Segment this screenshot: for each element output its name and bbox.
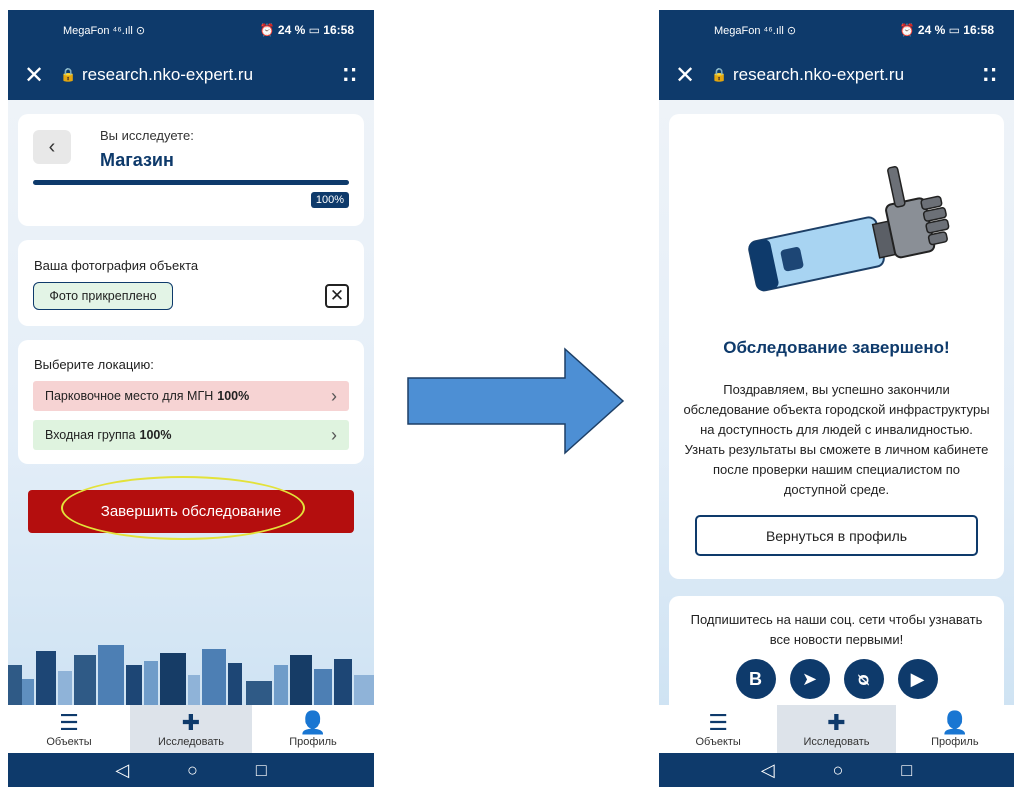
location-percent: 100% [139, 428, 172, 442]
remove-photo-button[interactable]: ✕ [325, 284, 349, 308]
bottom-nav: ☰ Объекты ✚ Исследовать 👤 Профиль [8, 705, 374, 753]
user-icon: 👤 [941, 710, 969, 735]
plus-icon: ✚ [181, 710, 201, 735]
completion-message: Поздравляем, вы успешно закончили обслед… [683, 382, 990, 497]
nav-explore[interactable]: ✚ Исследовать [130, 705, 252, 753]
progress-badge: 100% [310, 192, 349, 208]
nav-label: Профиль [289, 736, 337, 748]
bottom-nav: ☰ Объекты ✚ Исследовать 👤 Профиль [659, 705, 1014, 753]
location-name: Парковочное место для МГН [45, 389, 214, 403]
location-row-entrance[interactable]: Входная группа 100% › [33, 420, 349, 450]
status-right: ⏰ 24 % ▭ 16:58 [899, 23, 994, 37]
back-button[interactable]: ‹ [33, 130, 71, 164]
battery-label: 24 % [917, 23, 946, 37]
home-circle-icon[interactable]: ○ [833, 760, 844, 781]
you-explore-label: Вы исследуете: [100, 128, 194, 143]
main-content: Обследование завершено! Поздравляем, вы … [659, 100, 1014, 705]
robotic-arm-illustration [748, 166, 950, 292]
status-right: ⏰ 24 % ▭ 16:58 [259, 23, 354, 37]
status-bar: MegaFon ⁴⁶.ıll ⊙ ⏰ 24 % ▭ 16:58 [659, 10, 1014, 50]
nav-label: Исследовать [803, 736, 870, 748]
telegram-icon[interactable]: ➤ [789, 659, 830, 699]
browser-url-bar: ✕ 🔒 research.nko-expert.ru ⁚⁚ [8, 50, 374, 100]
time-label: 16:58 [323, 23, 354, 37]
location-section-title: Выберите локацию: [34, 357, 154, 372]
location-card: Выберите локацию: Парковочное место для … [18, 340, 364, 464]
lock-icon: 🔒 [60, 67, 77, 82]
phone-screen-left: MegaFon ⁴⁶.ıll ⊙ ⏰ 24 % ▭ 16:58 ✕ 🔒 rese… [8, 10, 374, 787]
nav-profile[interactable]: 👤 Профиль [896, 705, 1014, 753]
close-icon: ✕ [329, 286, 345, 305]
survey-complete-card: Обследование завершено! Поздравляем, вы … [669, 114, 1004, 579]
recents-square-icon[interactable]: □ [901, 760, 912, 781]
plus-icon: ✚ [827, 710, 846, 735]
android-nav-bar: ◁ ○ □ [659, 753, 1014, 787]
nav-profile[interactable]: 👤 Профиль [252, 705, 374, 753]
social-invite-text: Подпишитесь на наши соц. сети чтобы узна… [690, 612, 983, 647]
carrier-label: MegaFon ⁴⁶.ıll ⊙ [63, 24, 146, 37]
phone-screen-right: MegaFon ⁴⁶.ıll ⊙ ⏰ 24 % ▭ 16:58 ✕ 🔒 rese… [659, 10, 1014, 787]
progress-fill [33, 180, 349, 185]
vk-icon[interactable]: В [735, 659, 776, 699]
lock-icon: 🔒 [711, 67, 728, 82]
city-skyline-illustration [8, 645, 374, 705]
home-circle-icon[interactable]: ○ [187, 760, 198, 781]
menu-icon[interactable]: ⁚⁚ [982, 65, 998, 86]
transition-arrow [407, 347, 625, 455]
carrier-label: MegaFon ⁴⁶.ıll ⊙ [714, 24, 797, 37]
location-name: Входная группа [45, 428, 136, 442]
highlight-ellipse [61, 476, 305, 540]
browser-url-bar: ✕ 🔒 research.nko-expert.ru ⁚⁚ [659, 50, 1014, 100]
list-icon: ☰ [59, 710, 79, 735]
social-card: Подпишитесь на наши соц. сети чтобы узна… [669, 596, 1004, 705]
return-to-profile-button[interactable]: Вернуться в профиль [695, 515, 978, 556]
chevron-left-icon: ‹ [48, 135, 56, 158]
url-text[interactable]: research.nko-expert.ru [82, 65, 342, 85]
chevron-right-icon: › [331, 424, 337, 445]
nav-explore[interactable]: ✚ Исследовать [777, 705, 896, 753]
nav-label: Профиль [931, 736, 979, 748]
youtube-icon[interactable]: ▶ [897, 659, 938, 699]
nav-label: Исследовать [157, 736, 225, 748]
nav-objects[interactable]: ☰ Объекты [8, 705, 130, 753]
object-name: Магазин [100, 150, 174, 170]
menu-icon[interactable]: ⁚⁚ [342, 65, 358, 86]
location-row-parking[interactable]: Парковочное место для МГН 100% › [33, 381, 349, 411]
recents-square-icon[interactable]: □ [256, 760, 267, 781]
list-icon: ☰ [708, 710, 729, 735]
completion-title: Обследование завершено! [723, 338, 950, 357]
main-content: ‹ Вы исследуете: Магазин 100% Ваша фотог… [8, 100, 374, 705]
user-icon: 👤 [299, 710, 327, 735]
time-label: 16:58 [963, 23, 994, 37]
object-card: ‹ Вы исследуете: Магазин 100% [18, 114, 364, 226]
battery-label: 24 % [277, 23, 306, 37]
chevron-right-icon: › [331, 385, 337, 406]
back-triangle-icon[interactable]: ◁ [115, 760, 129, 781]
progress-bar [33, 180, 349, 185]
nav-objects[interactable]: ☰ Объекты [659, 705, 777, 753]
photo-card: Ваша фотография объекта Фото прикреплено… [18, 240, 364, 326]
arrow-right-icon [407, 347, 625, 455]
nav-label: Объекты [695, 736, 741, 748]
back-triangle-icon[interactable]: ◁ [761, 760, 775, 781]
close-icon[interactable]: ✕ [675, 61, 711, 90]
social-icons-row: В ➤ ᴓ ▶ [669, 659, 1004, 699]
close-icon[interactable]: ✕ [24, 61, 60, 90]
photo-section-title: Ваша фотография объекта [34, 258, 199, 273]
photo-attached-chip[interactable]: Фото прикреплено [33, 282, 173, 310]
status-bar: MegaFon ⁴⁶.ıll ⊙ ⏰ 24 % ▭ 16:58 [8, 10, 374, 50]
nav-label: Объекты [46, 736, 92, 748]
android-nav-bar: ◁ ○ □ [8, 753, 374, 787]
url-text[interactable]: research.nko-expert.ru [733, 65, 982, 85]
location-percent: 100% [217, 389, 250, 403]
odnoklassniki-icon[interactable]: ᴓ [843, 659, 884, 699]
